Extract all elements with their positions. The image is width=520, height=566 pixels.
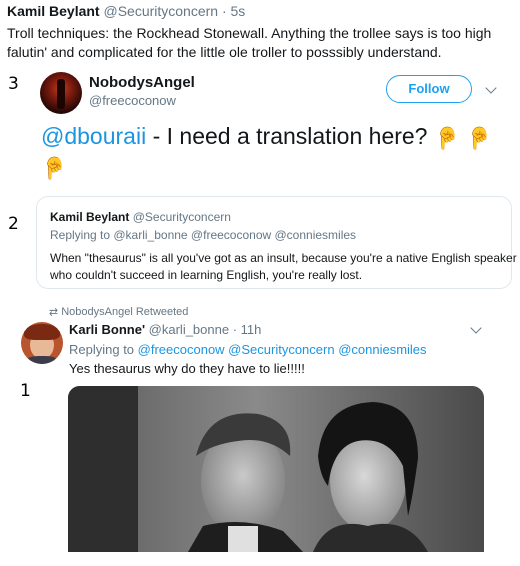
- tweet3-mention-link[interactable]: @dbouraii: [41, 123, 146, 149]
- retweet-icon: ⇅: [46, 307, 59, 317]
- tweet3-body: - I need a translation here?: [146, 123, 428, 149]
- tweet1-text: Yes thesaurus why do they have to lie!!!…: [69, 361, 305, 376]
- tweet-number-3: 3: [8, 74, 19, 94]
- header-text-line-2: falutin' and complicated for the little …: [7, 44, 442, 60]
- chevron-down-icon[interactable]: [485, 82, 497, 94]
- tweet2-replying-prefix: Replying to: [50, 228, 114, 242]
- retweet-label[interactable]: NobodysAngel Retweeted: [61, 306, 188, 318]
- chevron-down-icon[interactable]: [470, 322, 482, 334]
- photo-scene: [68, 386, 484, 552]
- tweet1-replying-to[interactable]: @freecoconow @Securityconcern @conniesmi…: [138, 342, 427, 357]
- header-author-name[interactable]: Kamil Beylant: [7, 3, 100, 19]
- pointing-down-icon: ☝: [41, 156, 68, 179]
- header-time[interactable]: · 5s: [222, 3, 245, 19]
- follow-button[interactable]: Follow: [386, 75, 472, 103]
- tweet-number-2: 2: [8, 214, 19, 234]
- tweet2-author-name[interactable]: Kamil Beylant: [50, 210, 129, 224]
- tweet3-author-name[interactable]: NobodysAngel: [89, 73, 195, 92]
- tweet1-author-name[interactable]: Karli Bonne': [69, 322, 145, 337]
- tweet1-author-handle[interactable]: @karli_bonne: [149, 322, 229, 337]
- pointing-down-icon: ☝: [466, 126, 493, 149]
- tweet2-author-handle[interactable]: @Securityconcern: [133, 210, 231, 224]
- tweet2-text-line-2: who couldn't succeed in learning English…: [50, 268, 363, 282]
- pointing-down-icon: ☝: [433, 126, 461, 149]
- tweet-photo[interactable]: [68, 386, 484, 552]
- retweet-indicator: ⇅ NobodysAngel Retweeted: [46, 305, 189, 319]
- quoted-tweet[interactable]: Kamil Beylant @Securityconcern Replying …: [36, 196, 517, 289]
- tweet2-text-line-1: When "thesaurus" is all you've got as an…: [50, 251, 517, 265]
- avatar[interactable]: [40, 72, 82, 114]
- tweet3-text: @dbouraii - I need a translation here? ☝…: [41, 121, 511, 181]
- header-tweet: Kamil Beylant @Securityconcern · 5s Trol…: [7, 2, 513, 62]
- tweet3-author-handle[interactable]: @freecoconow: [89, 92, 195, 110]
- tweet-number-1: 1: [20, 381, 31, 401]
- header-text-line-1: Troll techniques: the Rockhead Stonewall…: [7, 25, 492, 41]
- tweet1-time[interactable]: · 11h: [233, 322, 262, 337]
- header-author-handle[interactable]: @Securityconcern: [103, 3, 218, 19]
- tweet2-replying-to[interactable]: @karli_bonne @freecoconow @conniesmiles: [113, 228, 356, 242]
- avatar[interactable]: [21, 322, 63, 364]
- tweet1-replying-prefix: Replying to: [69, 342, 138, 357]
